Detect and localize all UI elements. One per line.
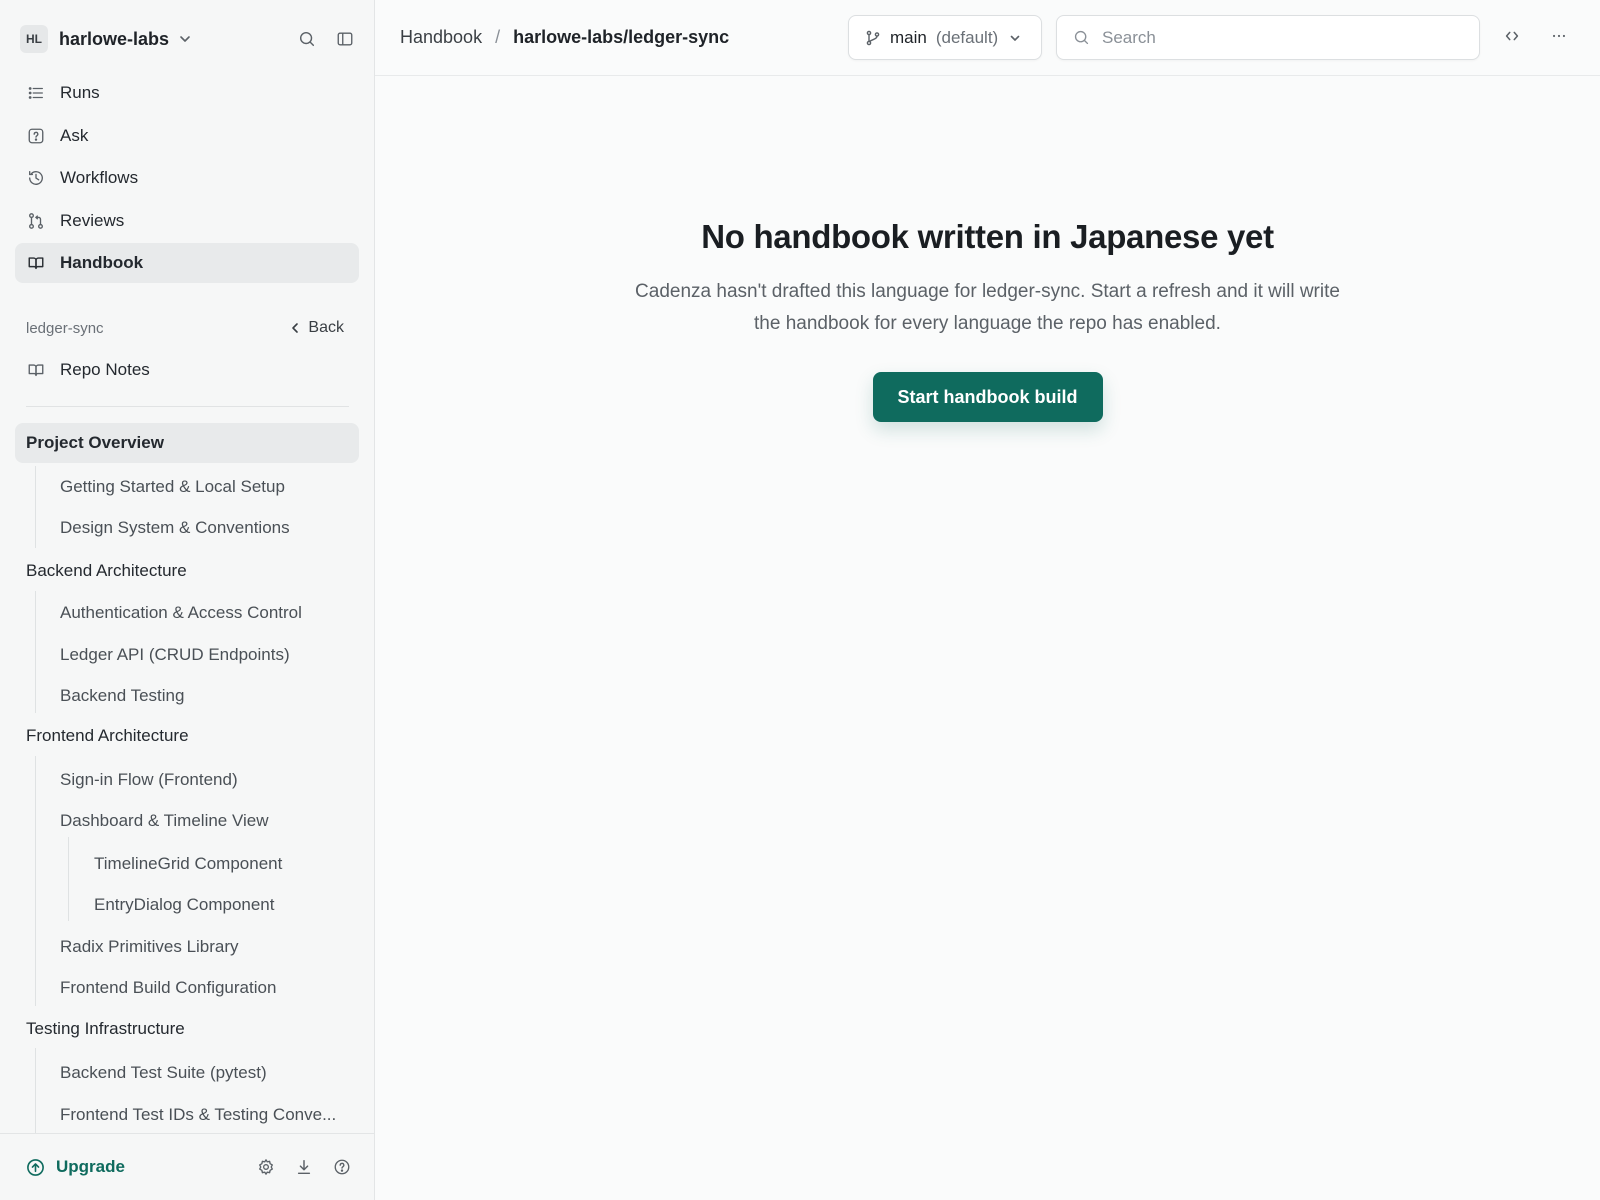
toc-item-label: EntryDialog Component — [94, 895, 275, 914]
question-icon — [28, 128, 44, 143]
search-icon[interactable] — [297, 29, 317, 49]
repo-notes-label: Repo Notes — [60, 360, 150, 379]
chevron-left-icon — [292, 323, 299, 333]
nav-item-label: Workflows — [60, 168, 139, 187]
upgrade-button[interactable]: Upgrade — [26, 1157, 125, 1177]
toc-item[interactable]: Project Overview — [15, 423, 359, 463]
nav-item-label: Runs — [60, 83, 100, 102]
breadcrumb-current: harlowe-labs/ledger-sync — [513, 27, 730, 47]
nav-item-label: Handbook — [60, 253, 144, 272]
empty-state-description: Cadenza hasn't drafted this language for… — [635, 281, 1340, 334]
top-bar: Handbook / harlowe-labs/ledger-sync main… — [375, 0, 1600, 76]
breadcrumb-separator: / — [495, 27, 501, 47]
toc-item[interactable]: Authentication & Access Control — [15, 594, 359, 632]
chevron-down-icon — [1010, 35, 1020, 41]
branch-default-tag: (default) — [935, 27, 999, 47]
nav-item-workflows[interactable]: Workflows — [15, 158, 359, 198]
toc-item[interactable]: Dashboard & Timeline View — [15, 802, 359, 840]
toc-item[interactable]: Sign-in Flow (Frontend) — [15, 761, 359, 799]
nav-item-label: Reviews — [60, 210, 125, 230]
back-button[interactable]: Back — [288, 319, 344, 337]
toc-item[interactable]: Testing Infrastructure — [15, 1009, 359, 1049]
branch-selector[interactable]: main (default) — [848, 15, 1042, 60]
toc-item[interactable]: Backend Test Suite (pytest) — [15, 1054, 359, 1092]
breadcrumb-root[interactable]: Handbook — [400, 27, 482, 48]
toc-item[interactable]: TimelineGrid Component — [15, 845, 359, 883]
book-icon — [28, 257, 44, 270]
empty-state: No handbook written in Japanese yet Cade… — [375, 218, 1600, 422]
nav-item-runs[interactable]: Runs — [15, 73, 359, 113]
search-icon — [1074, 30, 1089, 45]
toc-item[interactable]: Backend Testing — [15, 677, 359, 715]
arrow-up-circle-icon — [27, 1158, 44, 1176]
workspace-avatar[interactable]: HL — [20, 25, 48, 53]
nav-item-label: Ask — [60, 125, 89, 145]
toc-item-label: Ledger API (CRUD Endpoints) — [60, 645, 290, 664]
toc-item[interactable]: Getting Started & Local Setup — [15, 468, 359, 506]
toc-item-label: Design System & Conventions — [60, 518, 290, 537]
toc-item-label: Backend Testing — [60, 686, 185, 705]
repo-name: ledger-sync — [26, 319, 104, 337]
list-icon — [28, 87, 43, 99]
sidebar-footer: Upgrade — [0, 1133, 374, 1200]
search-box — [1056, 15, 1480, 60]
nav-item-reviews[interactable]: Reviews — [15, 201, 359, 241]
repo-context-row: ledger-sync Back — [26, 316, 344, 340]
branch-name: main — [890, 27, 927, 47]
history-icon — [29, 171, 43, 185]
sidebar-toggle-icon[interactable] — [335, 29, 355, 49]
handbook-toc: Project Overview Getting Started & Local… — [15, 423, 359, 1133]
toc-item-label: Backend Test Suite (pytest) — [60, 1063, 267, 1082]
toc-item-label: Sign-in Flow (Frontend) — [60, 770, 238, 789]
back-label: Back — [308, 319, 344, 336]
toc-item-label: Backend Architecture — [26, 561, 187, 580]
code-icon[interactable] — [1502, 26, 1522, 46]
toc-item-label: Testing Infrastructure — [26, 1019, 185, 1038]
book-icon — [28, 364, 44, 377]
repo-notes-item[interactable]: Repo Notes — [15, 350, 359, 390]
toc-item[interactable]: Radix Primitives Library — [15, 928, 359, 966]
toc-item-label: Authentication & Access Control — [60, 603, 302, 622]
breadcrumb: Handbook / harlowe-labs/ledger-sync — [400, 27, 729, 48]
toc-item[interactable]: Frontend Test IDs & Testing Conve... — [15, 1096, 359, 1133]
toc-item-label: Getting Started & Local Setup — [60, 477, 285, 496]
toc-item[interactable]: Backend Architecture — [15, 551, 359, 591]
nav-item-ask[interactable]: Ask — [15, 116, 359, 156]
more-options-icon[interactable] — [1549, 26, 1569, 46]
start-handbook-build-button[interactable]: Start handbook build — [872, 372, 1103, 422]
main-nav: Runs Ask Workflows Reviews Handbook — [15, 73, 359, 286]
settings-gear-icon[interactable] — [256, 1157, 276, 1177]
chevron-down-icon[interactable] — [177, 31, 193, 47]
nav-item-handbook[interactable]: Handbook — [15, 243, 359, 283]
toc-item[interactable]: Frontend Build Configuration — [15, 969, 359, 1007]
sidebar: HL harlowe-labs Runs Ask Workflows Revie… — [0, 0, 375, 1200]
toc-item[interactable]: Ledger API (CRUD Endpoints) — [15, 636, 359, 674]
toc-item-label: Project Overview — [26, 433, 164, 452]
help-icon[interactable] — [332, 1157, 352, 1177]
download-icon[interactable] — [294, 1157, 314, 1177]
toc-item-label: Radix Primitives Library — [60, 937, 239, 956]
empty-state-title: No handbook written in Japanese yet — [701, 218, 1274, 255]
toc-item-label: Frontend Architecture — [26, 726, 189, 745]
upgrade-label: Upgrade — [56, 1157, 125, 1176]
workspace-header: HL harlowe-labs — [20, 24, 355, 54]
toc-item[interactable]: Design System & Conventions — [15, 509, 359, 547]
toc-item-label: Frontend Build Configuration — [60, 978, 277, 997]
pull-request-icon — [29, 212, 43, 229]
workspace-name[interactable]: harlowe-labs — [59, 29, 169, 50]
toc-item[interactable]: EntryDialog Component — [15, 886, 359, 924]
toc-item[interactable]: Frontend Architecture — [15, 716, 359, 756]
search-input[interactable] — [1102, 27, 1462, 48]
toc-item-label: TimelineGrid Component — [94, 854, 283, 873]
toc-item-label: Frontend Test IDs & Testing Conve... — [60, 1105, 337, 1124]
sidebar-divider — [26, 406, 349, 407]
toc-item-label: Dashboard & Timeline View — [60, 811, 269, 830]
git-branch-icon — [866, 30, 880, 45]
